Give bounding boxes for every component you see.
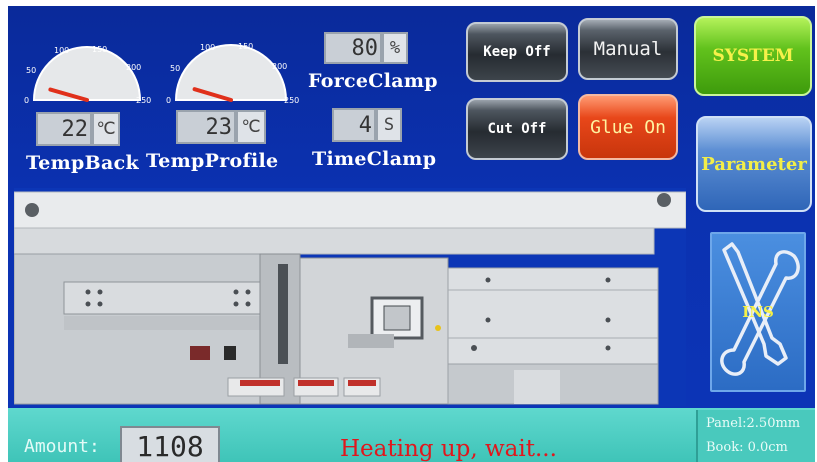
temp-profile-label: TempProfile [146, 150, 279, 172]
machine-view [14, 188, 686, 406]
gauge-tick: 250 [136, 96, 152, 105]
status-bar: Amount: 1108 Heating up, wait... Panel:2… [8, 408, 815, 462]
force-clamp-value[interactable]: 80 [324, 32, 382, 64]
book-thickness: Book: 0.0cm [706, 440, 788, 455]
amount-label: Amount: [24, 436, 100, 457]
indicator-icon [435, 325, 441, 331]
temp-back-gauge: 0 50 100 150 200 250 [22, 18, 152, 108]
parameter-button[interactable]: Parameter [696, 116, 812, 212]
amount-value: 1108 [120, 426, 220, 462]
gauge-tick: 150 [238, 42, 254, 51]
gauge-tick: 50 [26, 66, 37, 75]
time-clamp-label: TimeClamp [312, 148, 437, 170]
manual-button[interactable]: Manual [578, 18, 678, 80]
temp-back-value: 22 [36, 112, 92, 146]
temp-profile-unit: ℃ [236, 110, 266, 144]
time-clamp-value[interactable]: 4 [332, 108, 376, 142]
status-message: Heating up, wait... [340, 436, 557, 462]
cut-off-button[interactable]: Cut Off [466, 98, 568, 160]
bolt-icon [25, 203, 39, 217]
temp-back-unit: ℃ [92, 112, 120, 146]
force-clamp-label: ForceClamp [308, 70, 438, 92]
temp-profile-value: 23 [176, 110, 236, 144]
keep-off-button[interactable]: Keep Off [466, 22, 568, 82]
dimension-info: Panel:2.50mm Book: 0.0cm [696, 410, 815, 462]
gauge-tick: 200 [272, 62, 288, 71]
gauge-tick: 150 [92, 45, 108, 54]
ins-label: INS [742, 303, 774, 321]
gauge-tick: 0 [166, 96, 172, 105]
gauge-tick: 200 [126, 63, 142, 72]
panel-thickness: Panel:2.50mm [706, 416, 801, 431]
gauge-tick: 100 [200, 43, 216, 52]
switch-icon [224, 346, 236, 360]
temp-back-label: TempBack [26, 152, 139, 174]
glue-on-button[interactable]: Glue On [578, 94, 678, 160]
warning-sticker-icon [190, 346, 210, 360]
time-clamp-unit: S [376, 108, 402, 142]
hmi-screen: 0 50 100 150 200 250 0 50 100 150 200 25… [8, 6, 815, 462]
force-clamp-unit: % [382, 32, 408, 64]
gauge-tick: 250 [284, 96, 300, 105]
gauge-tick: 100 [54, 46, 70, 55]
gauge-tick: 50 [170, 64, 181, 73]
ins-button[interactable]: INS [710, 232, 806, 392]
gauge-tick: 0 [24, 96, 30, 105]
temp-profile-gauge: 0 50 100 150 200 250 [166, 18, 300, 108]
system-button[interactable]: SYSTEM [694, 16, 812, 96]
bolt-icon [657, 193, 671, 207]
